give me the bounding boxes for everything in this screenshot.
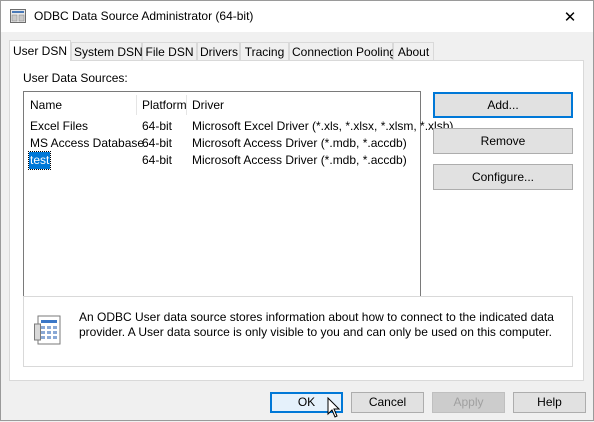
row-name: Excel Files (30, 119, 89, 133)
title-bar: ODBC Data Source Administrator (64-bit) … (1, 1, 593, 32)
column-header-platform[interactable]: Platform (136, 95, 187, 115)
row-name: MS Access Database (30, 136, 145, 150)
tab-about[interactable]: About (393, 42, 434, 60)
row-driver: Microsoft Access Driver (*.mdb, *.accdb) (192, 136, 407, 150)
row-driver: Microsoft Excel Driver (*.xls, *.xlsx, *… (192, 119, 454, 133)
row-platform: 64-bit (142, 119, 173, 133)
close-button[interactable]: ✕ (547, 1, 593, 32)
column-header-driver[interactable]: Driver (186, 95, 420, 115)
tab-user-dsn[interactable]: User DSN (9, 40, 71, 61)
tab-connection-pooling[interactable]: Connection Pooling (289, 42, 396, 60)
row-platform: 64-bit (142, 153, 173, 167)
apply-button[interactable]: Apply (432, 392, 505, 413)
list-item-selected[interactable]: test 64-bit Microsoft Access Driver (*.m… (24, 151, 420, 170)
list-item[interactable]: Excel Files 64-bit Microsoft Excel Drive… (24, 118, 453, 135)
add-button[interactable]: Add... (433, 92, 573, 118)
info-document-icon (34, 314, 66, 346)
configure-button[interactable]: Configure... (433, 164, 573, 190)
list-item[interactable]: MS Access Database 64-bit Microsoft Acce… (24, 135, 420, 152)
row-name: test (27, 151, 52, 170)
row-platform: 64-bit (142, 136, 173, 150)
column-header-name[interactable]: Name (24, 95, 136, 115)
window-title: ODBC Data Source Administrator (64-bit) (34, 9, 254, 23)
help-button[interactable]: Help (513, 392, 586, 413)
info-box: An ODBC User data source stores informat… (23, 296, 573, 367)
user-dsn-panel: User Data Sources: Name Platform Driver … (9, 60, 584, 381)
tab-system-dsn[interactable]: System DSN (71, 42, 143, 60)
remove-button[interactable]: Remove (433, 128, 573, 154)
row-driver: Microsoft Access Driver (*.mdb, *.accdb) (192, 153, 407, 167)
mouse-cursor-icon (327, 396, 341, 419)
user-data-sources-label: User Data Sources: (23, 71, 128, 85)
cancel-button[interactable]: Cancel (351, 392, 424, 413)
tab-file-dsn[interactable]: File DSN (142, 42, 197, 60)
close-icon: ✕ (563, 8, 577, 26)
app-icon (10, 9, 26, 23)
info-text: An ODBC User data source stores informat… (79, 310, 554, 339)
odbc-window: ODBC Data Source Administrator (64-bit) … (0, 0, 594, 421)
tab-drivers[interactable]: Drivers (197, 42, 240, 60)
tab-tracing[interactable]: Tracing (240, 42, 289, 60)
